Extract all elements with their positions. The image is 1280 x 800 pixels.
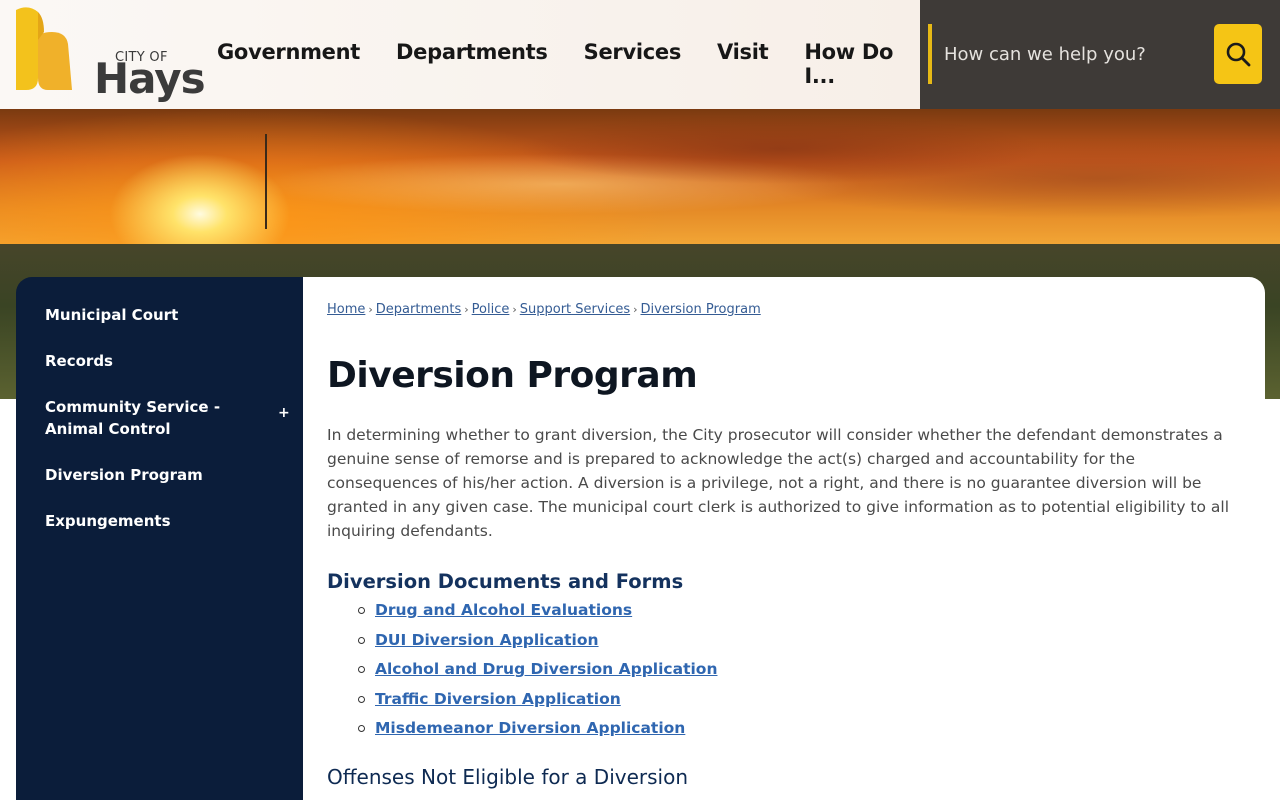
- logo-name-text: Hays: [94, 54, 206, 103]
- sidebar-nav: Municipal Court Records Community Servic…: [16, 277, 303, 800]
- offenses-heading: Offenses Not Eligible for a Diversion: [327, 765, 688, 789]
- link-alcohol-drug-diversion-application[interactable]: Alcohol and Drug Diversion Application: [375, 660, 717, 678]
- list-item: Misdemeanor Diversion Application: [327, 713, 717, 743]
- breadcrumb-separator: ›: [512, 303, 517, 316]
- nav-how-do-i[interactable]: How Do I...: [804, 40, 920, 88]
- search-area: [920, 0, 1280, 109]
- breadcrumb-separator: ›: [368, 303, 373, 316]
- breadcrumb: Home › Departments › Police › Support Services…: [327, 302, 761, 317]
- hero-clouds: [0, 109, 1280, 249]
- breadcrumb-support-services[interactable]: Support Services: [520, 302, 630, 317]
- expand-plus-icon[interactable]: +: [278, 405, 290, 421]
- sidebar-item-diversion-program[interactable]: Diversion Program: [45, 464, 203, 486]
- link-dui-diversion-application[interactable]: DUI Diversion Application: [375, 631, 599, 649]
- sidebar-item-records[interactable]: Records: [45, 350, 113, 372]
- breadcrumb-separator: ›: [633, 303, 638, 316]
- nav-visit[interactable]: Visit: [717, 40, 769, 88]
- intro-paragraph: In determining whether to grant diversio…: [327, 426, 1230, 540]
- breadcrumb-separator: ›: [464, 303, 469, 316]
- breadcrumb-departments[interactable]: Departments: [376, 302, 461, 317]
- documents-heading: Diversion Documents and Forms: [327, 570, 684, 593]
- nav-government[interactable]: Government: [217, 40, 360, 88]
- breadcrumb-diversion-program[interactable]: Diversion Program: [641, 302, 761, 317]
- link-misdemeanor-diversion-application[interactable]: Misdemeanor Diversion Application: [375, 719, 685, 737]
- hero-utility-pole: [265, 134, 267, 229]
- documents-list: Drug and Alcohol Evaluations DUI Diversi…: [327, 595, 717, 743]
- sidebar-item-expungements[interactable]: Expungements: [45, 510, 171, 532]
- main-nav: Government Departments Services Visit Ho…: [217, 40, 920, 88]
- link-traffic-diversion-application[interactable]: Traffic Diversion Application: [375, 690, 621, 708]
- search-input[interactable]: [934, 30, 1204, 78]
- nav-departments[interactable]: Departments: [396, 40, 548, 88]
- search-accent-bar: [928, 24, 932, 84]
- list-item: Traffic Diversion Application: [327, 684, 717, 714]
- breadcrumb-home[interactable]: Home: [327, 302, 365, 317]
- list-item: Drug and Alcohol Evaluations: [327, 595, 717, 625]
- city-logo[interactable]: CITY OF Hays: [14, 6, 206, 103]
- link-drug-alcohol-evaluations[interactable]: Drug and Alcohol Evaluations: [375, 601, 632, 619]
- search-button[interactable]: [1214, 24, 1262, 84]
- breadcrumb-police[interactable]: Police: [472, 302, 510, 317]
- list-item: Alcohol and Drug Diversion Application: [327, 654, 717, 684]
- search-icon: [1226, 42, 1251, 67]
- list-item: DUI Diversion Application: [327, 625, 717, 655]
- header-nav-area: CITY OF Hays Government Departments Serv…: [0, 0, 920, 109]
- sidebar-item-municipal-court[interactable]: Municipal Court: [45, 304, 178, 326]
- main-content: Home › Departments › Police › Support Services…: [303, 277, 1265, 800]
- nav-services[interactable]: Services: [584, 40, 682, 88]
- site-header: CITY OF Hays Government Departments Serv…: [0, 0, 1280, 109]
- sidebar-item-community-service[interactable]: Community Service - Animal Control: [45, 396, 265, 440]
- page-title: Diversion Program: [327, 355, 698, 396]
